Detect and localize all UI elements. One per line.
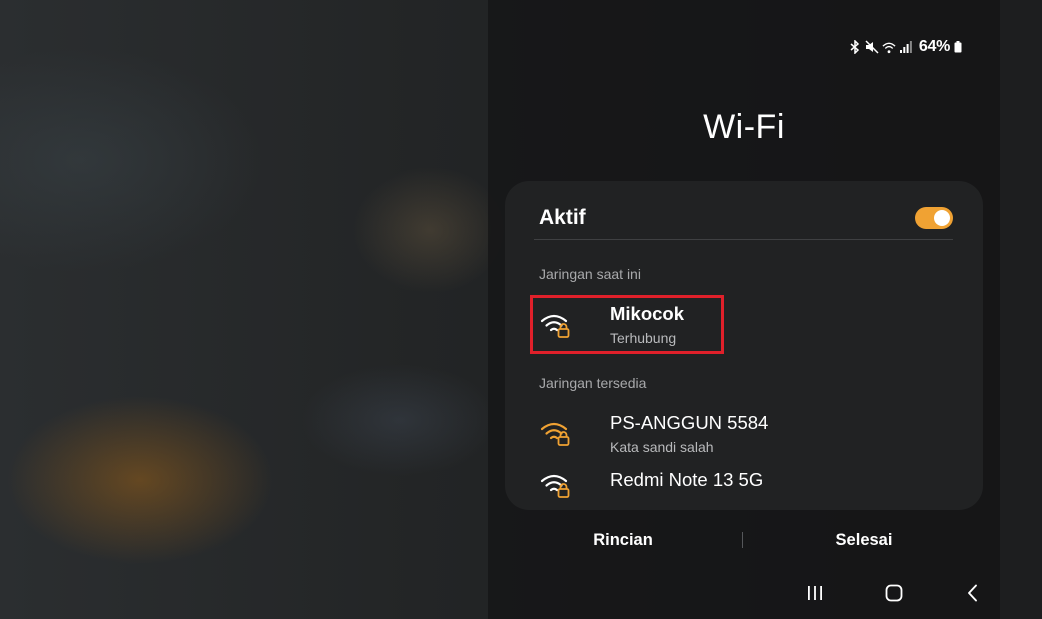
- button-separator: [742, 532, 743, 548]
- status-bar: 64%: [848, 36, 962, 58]
- network-status: Kata sandi salah: [610, 439, 714, 455]
- network-item[interactable]: Redmi Note 13 5G: [539, 466, 963, 510]
- available-networks-section-label: Jaringan tersedia: [539, 375, 647, 391]
- mute-icon: [865, 40, 879, 54]
- network-item[interactable]: PS-ANGGUN 5584 Kata sandi salah: [539, 409, 963, 459]
- wifi-toggle-switch[interactable]: [915, 207, 953, 229]
- wifi-lock-icon: [539, 469, 573, 499]
- network-name: PS-ANGGUN 5584: [610, 412, 769, 433]
- back-icon[interactable]: [958, 580, 988, 606]
- page-title: Wi-Fi: [703, 108, 785, 146]
- battery-icon: [953, 40, 962, 54]
- done-button[interactable]: Selesai: [745, 525, 983, 555]
- wifi-icon: [882, 40, 896, 54]
- wifi-toggle-label: Aktif: [539, 206, 586, 229]
- dialog-buttons: Rincian Selesai: [505, 525, 983, 555]
- divider: [534, 239, 953, 240]
- signal-icon: [899, 40, 913, 54]
- wifi-toggle-row[interactable]: Aktif: [539, 198, 953, 238]
- details-button[interactable]: Rincian: [505, 525, 741, 555]
- battery-percent: 64%: [918, 38, 950, 55]
- toggle-knob: [934, 210, 950, 226]
- current-network-section-label: Jaringan saat ini: [539, 266, 641, 282]
- recent-apps-icon[interactable]: [800, 580, 830, 606]
- right-edge: [1000, 0, 1042, 619]
- screen: 64% Wi-Fi Aktif Jaringan saat ini Mikoco…: [0, 0, 1042, 619]
- navigation-bar: [780, 580, 1000, 606]
- network-name: Redmi Note 13 5G: [610, 469, 764, 490]
- bluetooth-icon: [848, 40, 862, 54]
- wifi-lock-icon: [539, 417, 573, 447]
- highlight-box: [530, 295, 724, 354]
- home-icon[interactable]: [879, 580, 909, 606]
